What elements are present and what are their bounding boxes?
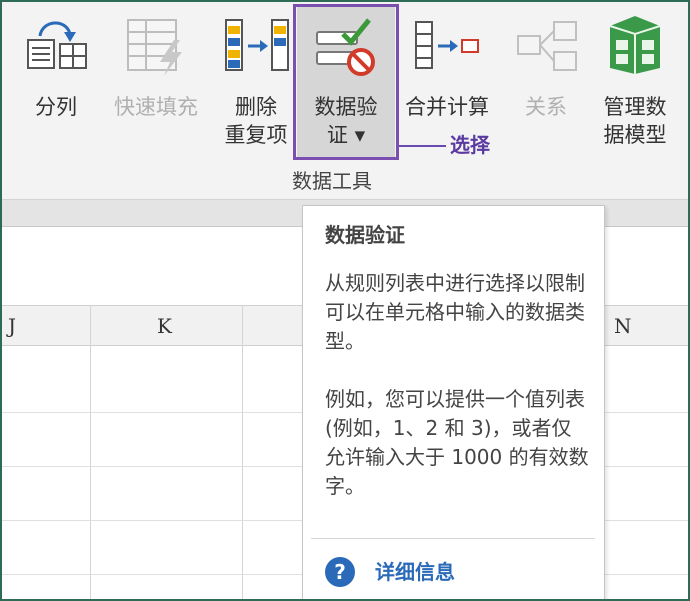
column-header-n[interactable]: N	[614, 306, 632, 346]
column-header-j[interactable]: J	[8, 306, 16, 346]
manage-data-model-label: 管理数	[603, 95, 667, 119]
flash-fill-icon	[127, 19, 182, 76]
relationships-icon	[517, 21, 577, 71]
data-model-icon	[609, 16, 661, 74]
help-icon: ?	[325, 557, 355, 587]
consolidate-icon	[415, 21, 479, 69]
remove-duplicates-button[interactable]: 删除 重复项	[216, 2, 296, 152]
selection-highlight-box	[293, 4, 399, 160]
remove-duplicates-label: 删除	[235, 95, 277, 119]
text-to-columns-label: 分列	[35, 95, 77, 119]
tooltip-title: 数据验证	[325, 223, 405, 247]
tell-me-more-label: 详细信息	[375, 560, 455, 584]
tooltip-description: 从规则列表中进行选择以限制可以在单元格中输入的数据类型。	[325, 271, 585, 353]
callout-line	[399, 145, 446, 147]
consolidate-label: 合并计算	[405, 95, 489, 119]
manage-data-model-label-line2: 据模型	[603, 123, 667, 147]
screenshot-frame: 分列 快速填充 删除 重复项 数据验 证 ▾ 合并计算 关系 管理数 据模型 选…	[0, 0, 690, 601]
callout-text: 选择	[450, 133, 490, 157]
tell-me-more-link[interactable]: ? 详细信息	[325, 556, 455, 588]
remove-duplicates-label-line2: 重复项	[224, 123, 288, 147]
text-to-columns-button[interactable]: 分列	[20, 2, 92, 152]
column-header-k[interactable]: K	[157, 306, 172, 346]
ribbon: 分列 快速填充 删除 重复项 数据验 证 ▾ 合并计算 关系 管理数 据模型 选…	[2, 2, 688, 202]
manage-data-model-button[interactable]: 管理数 据模型	[592, 2, 678, 152]
grid-line	[90, 306, 91, 599]
tooltip-example: 例如，您可以提供一个值列表(例如，1、2 和 3)，或者仅允许输入大于 1000…	[325, 387, 589, 498]
tooltip-body: 从规则列表中进行选择以限制可以在单元格中输入的数据类型。 例如，您可以提供一个值…	[325, 269, 590, 530]
relationships-button[interactable]: 关系	[508, 2, 584, 152]
flash-fill-button[interactable]: 快速填充	[102, 2, 210, 152]
text-to-columns-icon	[27, 21, 87, 69]
relationships-label: 关系	[525, 95, 567, 119]
remove-duplicates-icon	[225, 19, 289, 71]
grid-line	[242, 306, 243, 599]
data-validation-tooltip: 数据验证 从规则列表中进行选择以限制可以在单元格中输入的数据类型。 例如，您可以…	[302, 205, 605, 599]
tooltip-separator	[311, 538, 595, 539]
flash-fill-label: 快速填充	[114, 95, 198, 119]
data-tools-group-label: 数据工具	[292, 169, 372, 193]
